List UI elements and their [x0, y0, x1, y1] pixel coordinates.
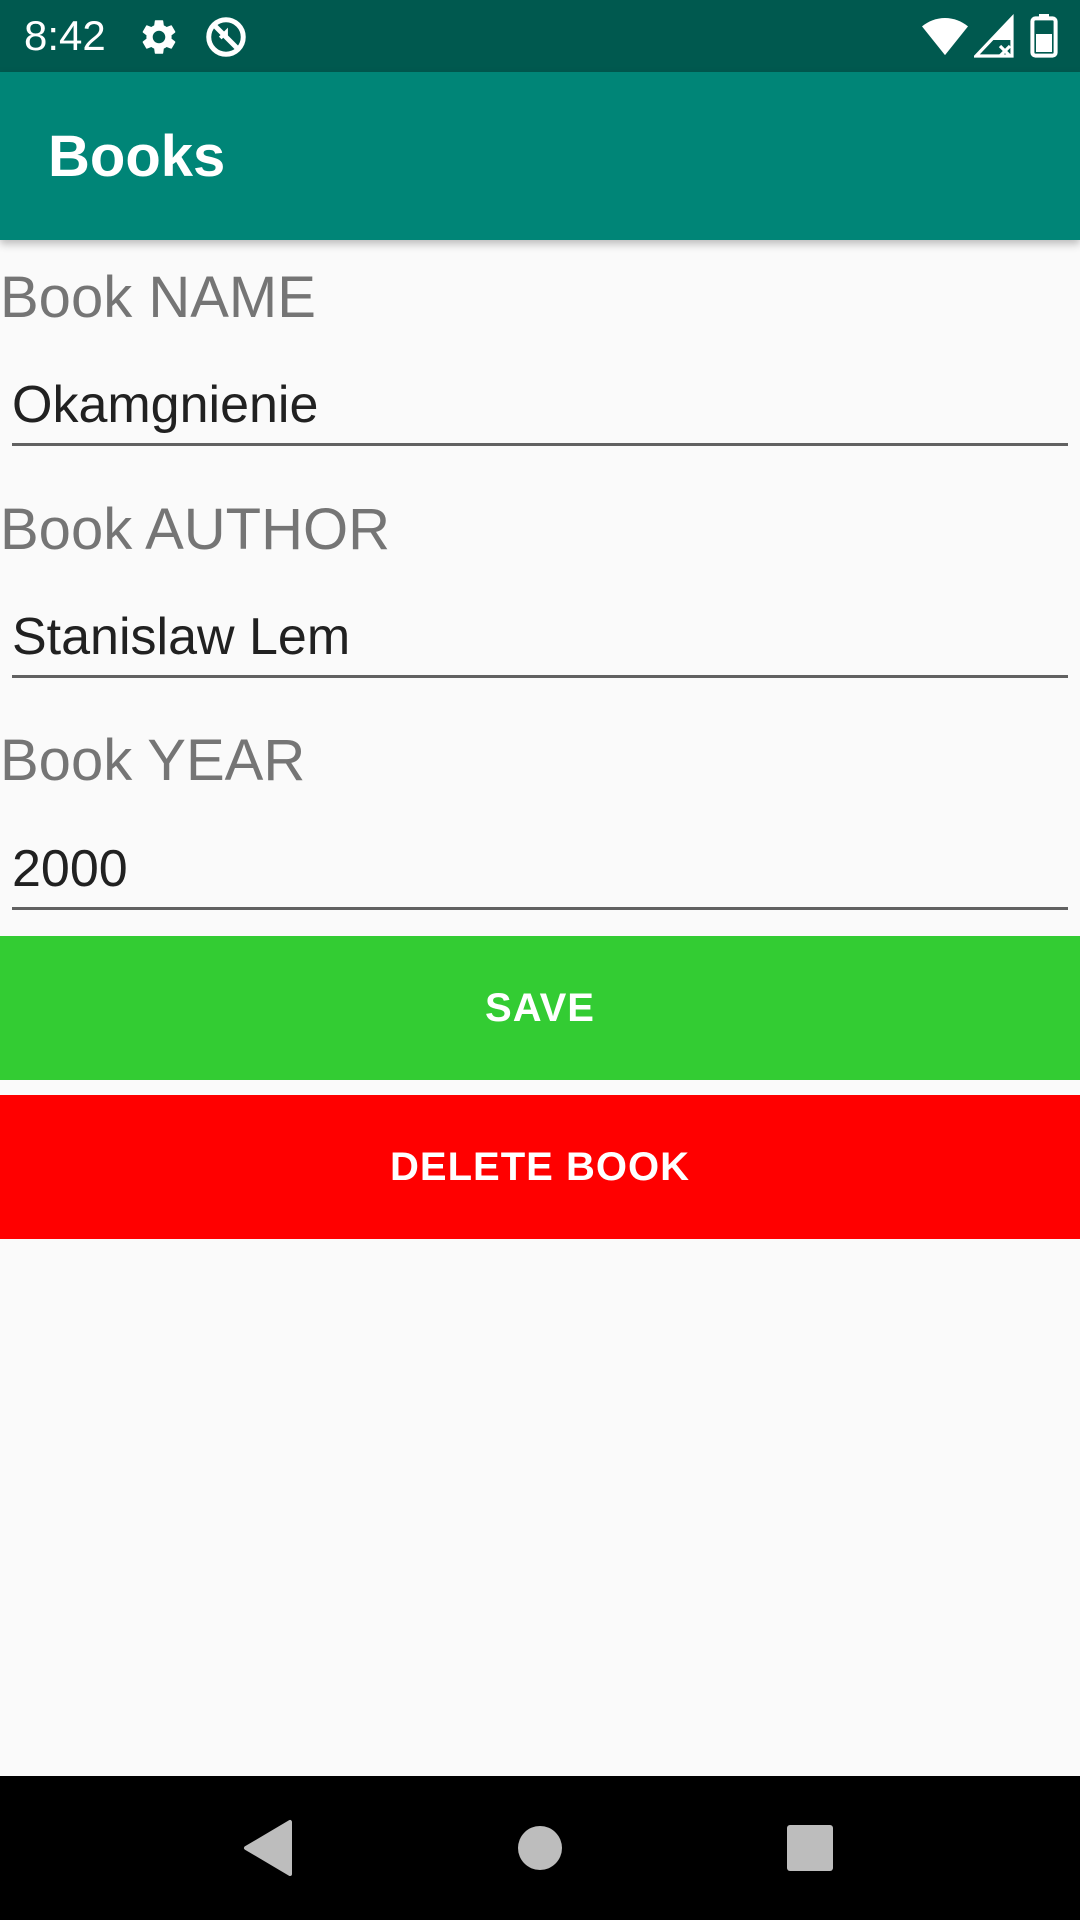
- sync-off-icon: [206, 17, 246, 57]
- delete-book-button[interactable]: DELETE BOOK: [0, 1095, 1080, 1239]
- book-name-input[interactable]: [12, 366, 1068, 446]
- book-author-label: Book AUTHOR: [0, 497, 390, 562]
- navigation-bar: [0, 1776, 1080, 1920]
- wifi-icon: [922, 17, 968, 56]
- status-bar: 8:42: [0, 0, 1080, 72]
- book-year-label: Book YEAR: [0, 728, 306, 793]
- book-name-label: Book NAME: [0, 265, 316, 330]
- status-time: 8:42: [24, 12, 106, 59]
- cell-signal-icon: [974, 14, 1014, 58]
- home-icon[interactable]: [490, 1798, 590, 1898]
- book-author-input[interactable]: [12, 598, 1068, 678]
- battery-icon: [1030, 14, 1058, 58]
- back-icon[interactable]: [218, 1798, 318, 1898]
- gear-icon: [142, 20, 176, 54]
- book-year-input[interactable]: [12, 830, 1068, 910]
- recents-icon[interactable]: [760, 1798, 860, 1898]
- app-bar: Books: [0, 72, 1080, 240]
- save-button[interactable]: SAVE: [0, 936, 1080, 1080]
- app-title: Books: [48, 124, 226, 189]
